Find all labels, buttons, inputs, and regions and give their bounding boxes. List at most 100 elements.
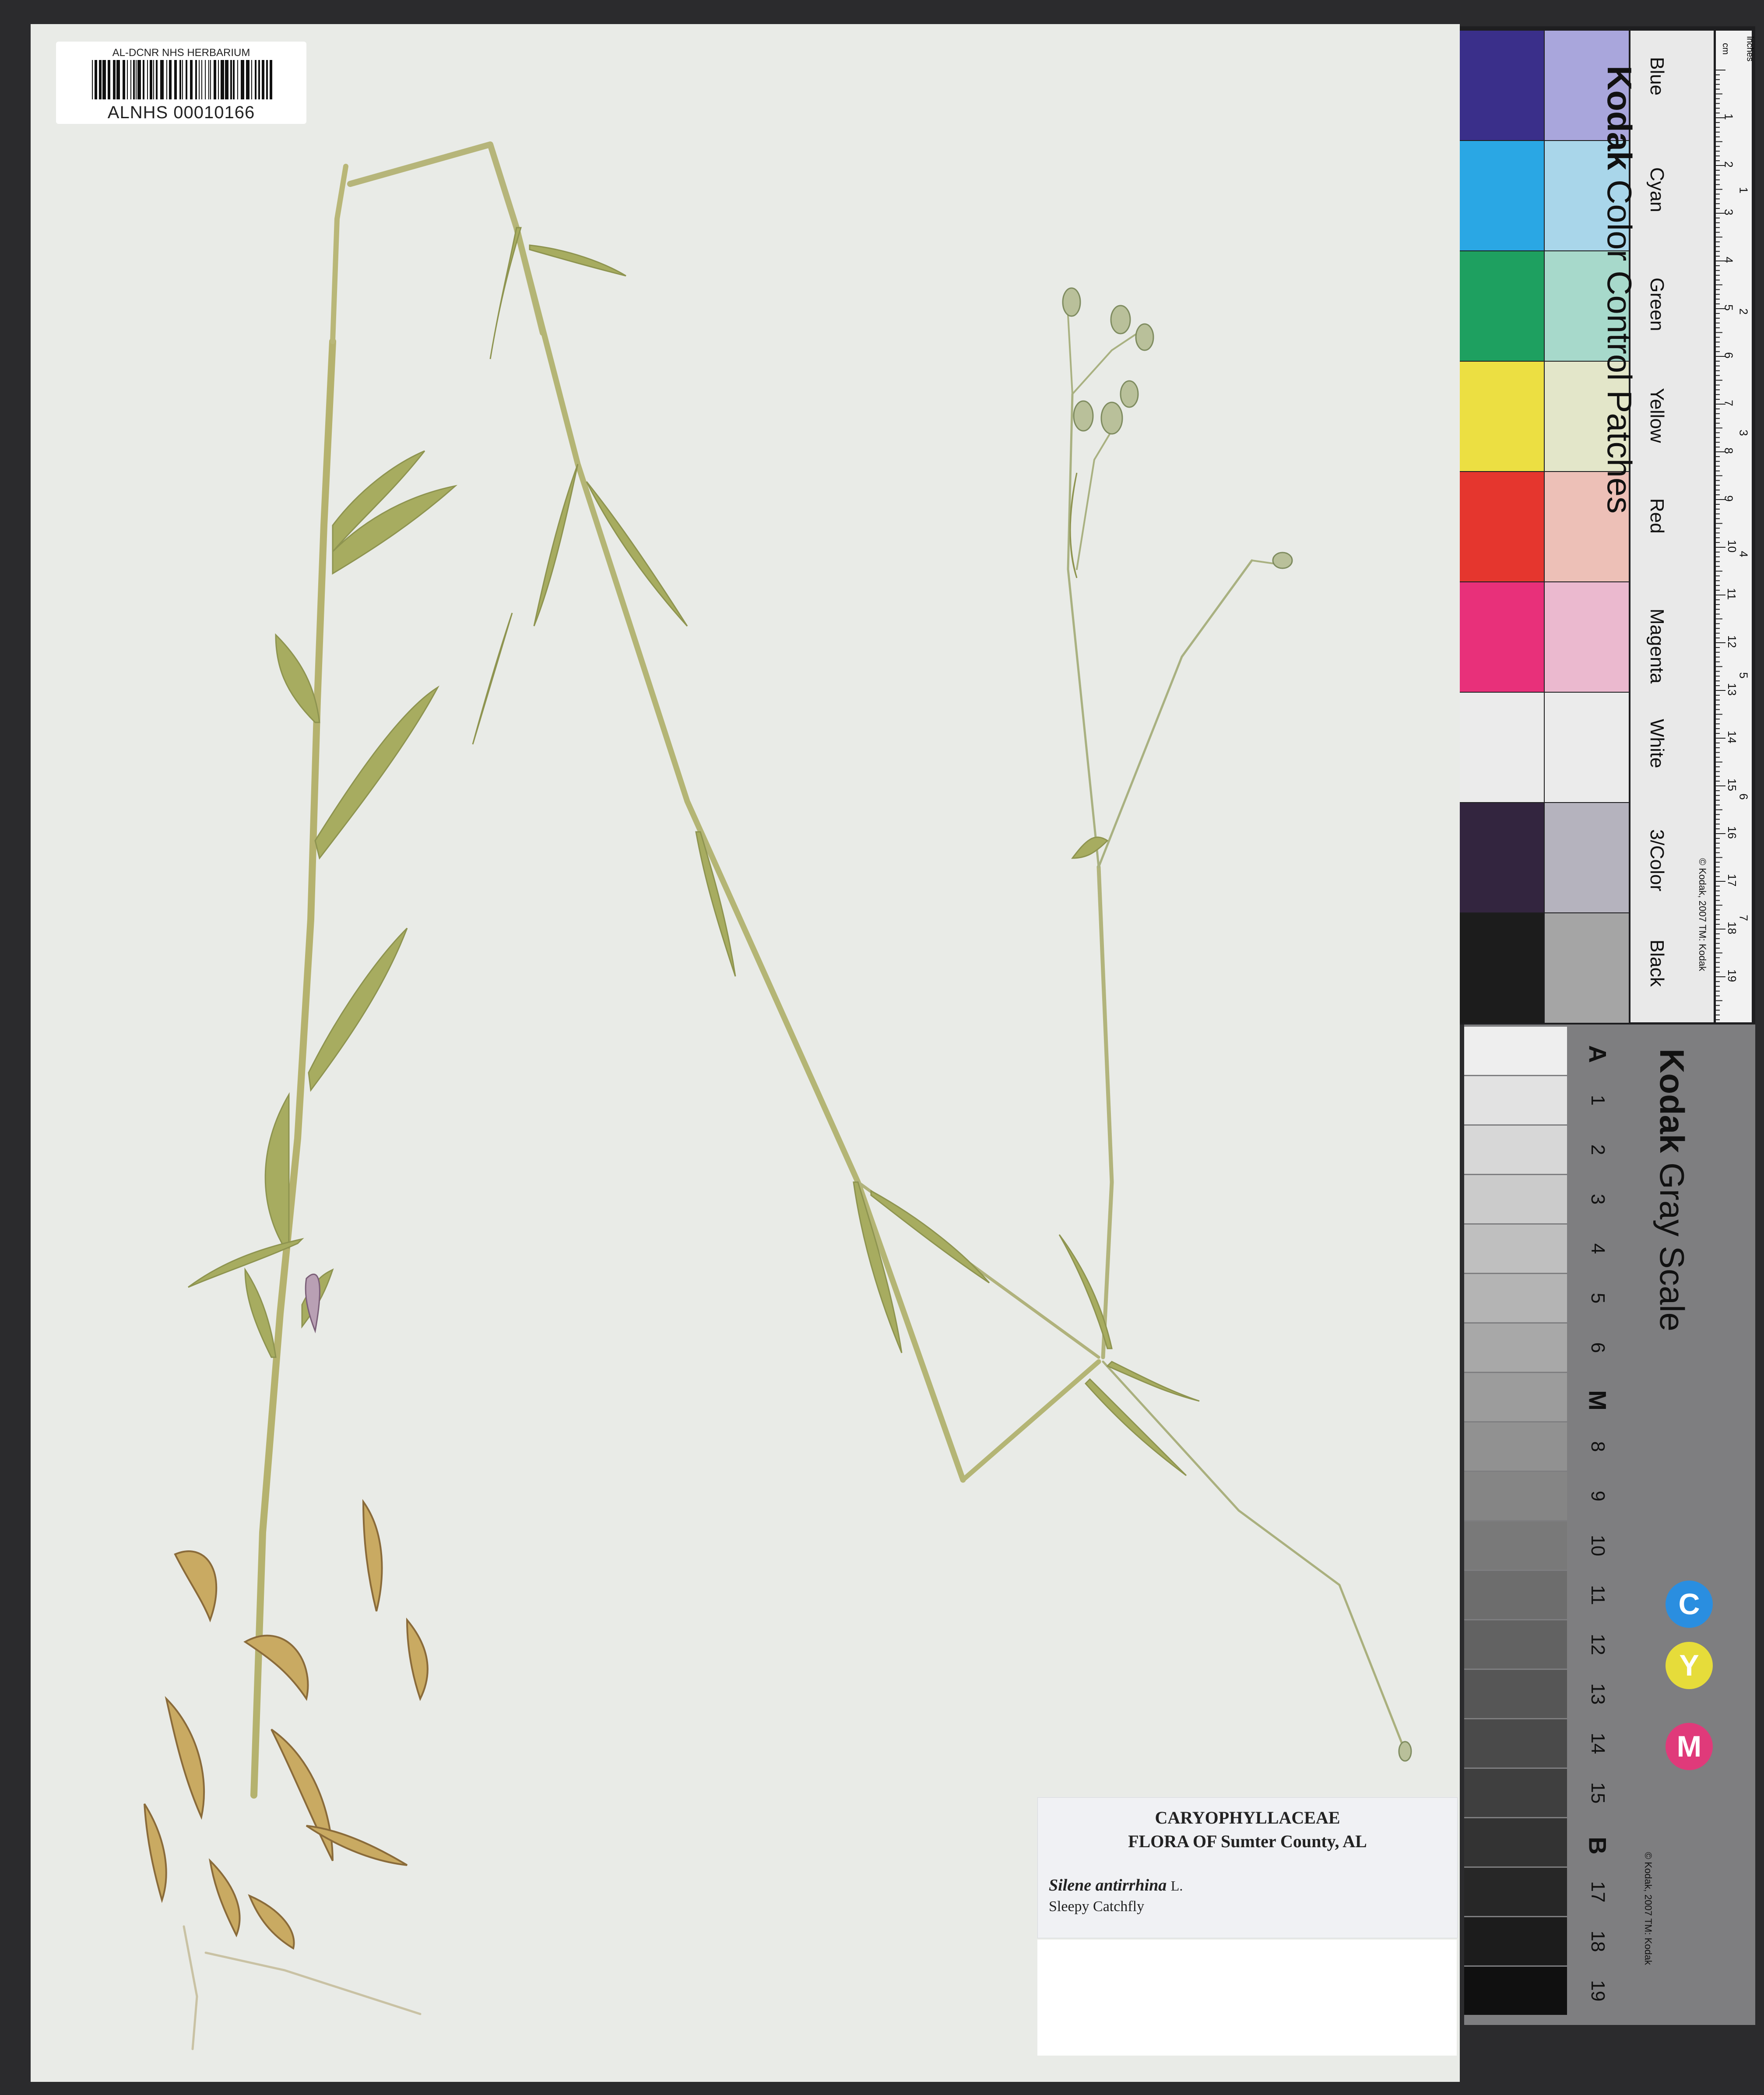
- gray-step: [1464, 1175, 1567, 1223]
- ruler-inch-number: 6: [1737, 793, 1750, 800]
- left-stem-top: [330, 164, 348, 344]
- color-patch-dark: [1460, 472, 1544, 581]
- leaf: [472, 613, 513, 745]
- color-card-title: Kodak Color Control Patches: [1599, 66, 1639, 514]
- basal-root: [183, 1925, 198, 2050]
- family-name: CARYOPHYLLACEAE: [1155, 1808, 1340, 1827]
- gray-step-label: 10: [1587, 1535, 1609, 1556]
- label-blank-area: [1037, 1940, 1457, 2056]
- patch-label: White: [1646, 719, 1668, 768]
- color-card-caption: Color Control Patches: [1600, 180, 1639, 514]
- seed-capsule: [1073, 400, 1094, 432]
- leaf: [1084, 1378, 1187, 1476]
- color-patch-light: [1545, 803, 1629, 912]
- ruler-cm-number: 6: [1722, 352, 1736, 359]
- gray-step-label: A: [1584, 1045, 1612, 1063]
- ruler-cm-number: 1: [1722, 113, 1736, 120]
- ruler-cm-number: 2: [1722, 161, 1736, 168]
- gray-step: [1464, 1324, 1567, 1372]
- leaf: [695, 831, 736, 977]
- ruler-cm-number: 17: [1725, 874, 1739, 887]
- gray-step: [1464, 1373, 1567, 1421]
- patch-label: Yellow: [1646, 388, 1668, 443]
- gray-step-label: 17: [1587, 1881, 1609, 1903]
- patch-label: Magenta: [1646, 609, 1668, 684]
- specimen-label: CARYOPHYLLACEAE FLORA OF Sumter County, …: [1037, 1797, 1458, 1938]
- dried-leaf: [306, 1825, 408, 1866]
- ruler-cm-number: 16: [1725, 826, 1739, 839]
- leaf: [308, 927, 408, 1092]
- dried-leaf: [248, 1894, 295, 1950]
- gray-step: [1464, 1126, 1567, 1174]
- gray-step: [1464, 1225, 1567, 1273]
- gray-step: [1464, 1868, 1567, 1916]
- ruler-inch-number: 2: [1737, 308, 1750, 315]
- gray-step-label: 4: [1587, 1243, 1609, 1254]
- ruler-cm-number: 12: [1725, 635, 1739, 648]
- ruler-cm-number: 15: [1725, 778, 1739, 791]
- seed-capsule: [1135, 323, 1154, 351]
- seed-capsule: [1120, 380, 1139, 408]
- gray-step-label: 14: [1587, 1732, 1609, 1754]
- cyan-dot: C: [1666, 1581, 1713, 1628]
- leaf: [244, 1268, 277, 1358]
- gray-step-label: 1: [1587, 1095, 1609, 1106]
- basal-root: [204, 1951, 422, 2015]
- gray-card-copyright: © Kodak, 2007 TM: Kodak: [1643, 1852, 1654, 1965]
- kodak-brand: Kodak: [1653, 1049, 1691, 1153]
- gray-step: [1464, 1076, 1567, 1124]
- gray-step: [1464, 1571, 1567, 1619]
- gray-step: [1464, 1620, 1567, 1669]
- leaf: [314, 685, 440, 860]
- ruler-cm-number: 11: [1725, 588, 1738, 600]
- seed-capsule: [1398, 1741, 1412, 1762]
- leaf: [275, 633, 320, 723]
- name-author: L.: [1170, 1878, 1183, 1894]
- gray-step: [1464, 1917, 1567, 1965]
- ruler-inch-number: 7: [1737, 915, 1750, 921]
- yellow-dot: Y: [1666, 1642, 1713, 1689]
- ruler-cm-number: 7: [1722, 400, 1736, 406]
- leaf: [1058, 1234, 1113, 1349]
- leaf: [1069, 472, 1078, 578]
- gray-step-label: 15: [1587, 1782, 1609, 1804]
- color-patch-light: [1545, 582, 1629, 692]
- dried-leaf: [271, 1729, 334, 1861]
- ruler-inch-number: 5: [1737, 672, 1750, 679]
- stem-v-right: [960, 1359, 1101, 1482]
- leaf: [533, 464, 579, 627]
- leaf: [489, 227, 522, 359]
- color-patch-dark: [1460, 582, 1544, 692]
- gray-step-label: B: [1584, 1837, 1612, 1855]
- gray-step-label: 18: [1587, 1930, 1609, 1952]
- seed-capsule: [1110, 305, 1131, 334]
- ruler-cm-number: 13: [1725, 683, 1739, 696]
- patch-label: Cyan: [1646, 167, 1668, 212]
- ruler-inch-number: 4: [1737, 551, 1750, 557]
- gray-step-label: 3: [1587, 1194, 1609, 1205]
- purple-flower-bud: [305, 1273, 320, 1334]
- ruler-inch-number: 3: [1737, 430, 1750, 436]
- ruler-cm-number: 19: [1725, 969, 1739, 982]
- inflorescence-stalk: [1076, 415, 1121, 570]
- color-patch-dark: [1460, 362, 1544, 471]
- ruler-cm-number: 3: [1722, 209, 1736, 215]
- leaf: [1071, 836, 1109, 859]
- dried-leaf: [144, 1803, 167, 1903]
- color-patch-dark: [1460, 31, 1544, 140]
- leaf: [264, 1092, 290, 1249]
- color-patch-dark: [1460, 141, 1544, 250]
- magenta-dot: M: [1666, 1723, 1713, 1770]
- seed-capsule: [1272, 552, 1293, 569]
- seed-capsule: [1062, 287, 1081, 317]
- seed-capsule: [1100, 401, 1123, 435]
- patch-label: Black: [1646, 940, 1668, 987]
- dried-leaf: [362, 1499, 383, 1612]
- gray-step-label: 12: [1587, 1634, 1609, 1655]
- right-stem: [1096, 865, 1114, 1359]
- gray-step: [1464, 1818, 1567, 1866]
- gray-step: [1464, 1274, 1567, 1322]
- patch-label: Green: [1646, 278, 1668, 331]
- gray-step: [1464, 1967, 1567, 2015]
- gray-card-caption: Gray Scale: [1653, 1162, 1691, 1331]
